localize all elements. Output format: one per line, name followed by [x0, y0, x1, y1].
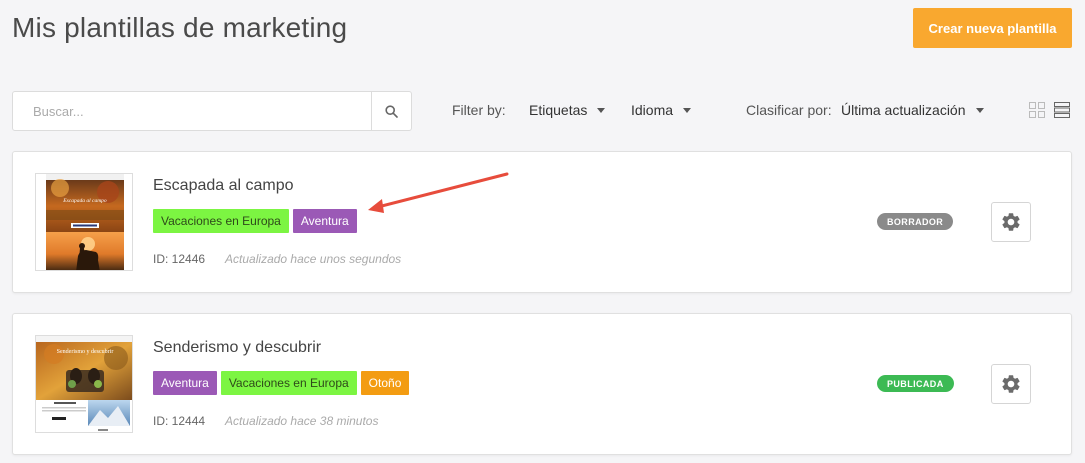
thumbnail-image: Escapada al campo	[46, 174, 124, 270]
template-id: ID: 12444	[153, 414, 206, 428]
tag-badge[interactable]: Otoño	[360, 371, 410, 395]
settings-button[interactable]	[991, 202, 1031, 242]
status-badge: BORRADOR	[877, 213, 954, 230]
template-thumbnail[interactable]: Senderismo y descubrir	[35, 335, 133, 433]
thumbnail-image: Senderismo y descubrir	[36, 336, 132, 432]
page-title: Mis plantillas de marketing	[12, 12, 348, 43]
caret-down-icon	[597, 107, 606, 113]
settings-button[interactable]	[991, 364, 1031, 404]
grid-view-toggle[interactable]	[1029, 102, 1045, 123]
filter-tags-dropdown[interactable]: Etiquetas	[529, 102, 606, 118]
template-meta: ID: 12444 Actualizado hace 38 minutos	[153, 414, 378, 428]
create-template-button[interactable]: Crear nueva plantilla	[913, 8, 1072, 48]
template-meta: ID: 12446 Actualizado hace unos segundos	[153, 252, 401, 266]
search-input[interactable]	[13, 92, 371, 130]
caret-down-icon	[975, 107, 984, 113]
gear-icon	[1002, 375, 1020, 393]
search-icon	[385, 104, 398, 118]
sort-label: Clasificar por:	[746, 102, 832, 118]
sort-dropdown[interactable]: Última actualización	[841, 102, 984, 118]
grid-icon	[1029, 102, 1045, 118]
tag-badge[interactable]: Vacaciones en Europa	[220, 371, 357, 395]
list-view-toggle[interactable]	[1054, 102, 1070, 123]
annotation-arrow-icon	[368, 172, 509, 213]
template-thumbnail[interactable]: Escapada al campo	[35, 173, 133, 271]
filter-by-label: Filter by:	[452, 102, 506, 118]
gear-icon	[1002, 213, 1020, 231]
tag-badge[interactable]: Vacaciones en Europa	[153, 209, 289, 233]
filter-tags-label: Etiquetas	[529, 102, 588, 118]
status-badge: PUBLICADA	[877, 375, 954, 392]
template-updated: Actualizado hace 38 minutos	[225, 414, 379, 428]
tag-badge[interactable]: Aventura	[292, 209, 357, 233]
template-id: ID: 12446	[153, 252, 206, 266]
template-title[interactable]: Escapada al campo	[153, 177, 294, 195]
filter-language-dropdown[interactable]: Idioma	[631, 102, 692, 118]
template-title[interactable]: Senderismo y descubrir	[153, 339, 321, 357]
thumbnail-title: Escapada al campo	[62, 198, 107, 204]
list-icon	[1054, 102, 1070, 118]
template-tags: Vacaciones en Europa Aventura	[153, 209, 357, 233]
thumbnail-title: Senderismo y descubrir	[57, 349, 114, 355]
template-card: Senderismo y descubrir Senderismo y desc…	[12, 313, 1072, 455]
filter-language-label: Idioma	[631, 102, 674, 118]
template-tags: Aventura Vacaciones en Europa Otoño	[153, 371, 410, 395]
caret-down-icon	[683, 107, 692, 113]
template-updated: Actualizado hace unos segundos	[225, 252, 402, 266]
sort-value: Última actualización	[841, 102, 966, 118]
search-button[interactable]	[371, 92, 411, 130]
template-card: Escapada al campo Escapada al campo Vaca…	[12, 151, 1072, 293]
search-bar	[12, 91, 412, 131]
tag-badge[interactable]: Aventura	[153, 371, 217, 395]
